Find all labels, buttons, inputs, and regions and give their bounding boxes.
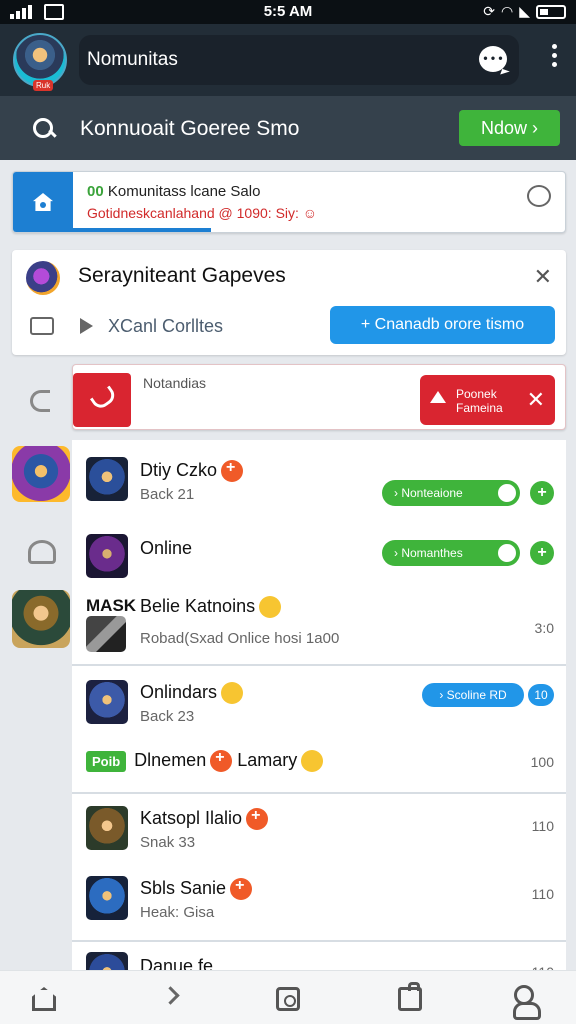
suggestion-cta-button[interactable]: + Cnanadb orore tismo (330, 306, 555, 344)
tag-chip: Poib (86, 751, 127, 772)
more-vertical-icon[interactable] (552, 44, 558, 70)
status-toggle[interactable]: › Nomanthes (382, 540, 520, 566)
decline-button[interactable]: Poonek Fameina ✕ (420, 375, 555, 425)
badge-icon (221, 459, 244, 483)
chat-bubble-icon[interactable]: • • • (479, 46, 507, 72)
game-thumb (86, 952, 128, 972)
game-thumb-2[interactable] (12, 590, 70, 648)
list-item[interactable]: Online › Nomanthes + (72, 522, 566, 582)
item-name: Belie Katnoins (140, 596, 282, 619)
item-count: 100 (530, 754, 554, 770)
profile-avatar[interactable] (13, 33, 67, 87)
avatar-badge: Ruk (33, 80, 54, 91)
game-thumb (86, 616, 126, 652)
now-button[interactable]: Ndow › (459, 110, 560, 146)
suggestion-card: Serayniteant Gapeves ✕ XCanl Corlltes + … (12, 250, 566, 355)
camera-icon[interactable] (276, 987, 300, 1011)
emoji-icon (301, 750, 324, 773)
call-label: Notandias (143, 375, 207, 391)
list-item[interactable]: Onlindars Back 23 › Scoline RD 10 (72, 666, 566, 736)
community-home-tile[interactable] (13, 172, 73, 232)
item-name: Sbls Sanie (140, 877, 253, 901)
search-bar: Konnuoait Goeree Smo Ndow › (0, 96, 576, 160)
game-thumb (86, 680, 128, 724)
add-button[interactable]: + (530, 481, 554, 505)
game-thumb (86, 876, 128, 920)
status-bar: 5:5 AM ⟳ ◠ ◣ (0, 0, 576, 24)
add-button[interactable]: + (530, 541, 554, 565)
search-icon[interactable] (33, 118, 55, 140)
status-toggle[interactable]: › Nonteaione (382, 480, 520, 506)
search-input[interactable]: Konnuoait Goeree Smo (80, 117, 299, 141)
comment-icon[interactable] (527, 185, 551, 207)
badge-icon (230, 877, 253, 901)
item-name: Dtiy Czko (140, 459, 244, 483)
bag-icon[interactable] (398, 982, 422, 1011)
list-item[interactable]: Dtiy Czko Back 21 › Nonteaione + (72, 440, 566, 522)
bottom-nav (0, 970, 576, 1024)
game-thumb-1[interactable] (12, 446, 70, 502)
battery-icon (536, 4, 566, 19)
list-item[interactable]: MASK Belie Katnoins Robad(Sxad Onlice ho… (72, 582, 566, 664)
community-subtitle: Gotidneskcanlahand @ 1090: Siy: ☺ (87, 205, 318, 221)
call-card: Notandias Poonek Fameina ✕ (72, 364, 566, 430)
item-count: 110 (531, 818, 554, 834)
suggestion-title: Serayniteant Gapeves (78, 264, 286, 287)
status-icons: ⟳ ◠ ◣ (483, 3, 566, 20)
page-title: Nomunitas (87, 49, 178, 70)
item-name: PoibDlnemen Lamary (86, 749, 324, 773)
emoji-icon (221, 682, 244, 705)
community-prefix: 00 (87, 183, 104, 200)
close-icon[interactable]: ✕ (527, 387, 545, 413)
home-icon[interactable] (32, 987, 56, 1011)
game-thumb (86, 806, 128, 850)
item-count: 110 (531, 886, 554, 902)
sync-icon: ⟳ (483, 3, 495, 19)
badge-icon (210, 749, 233, 773)
suggestion-avatar (26, 261, 60, 295)
status-pill[interactable]: › Scoline RD (422, 683, 524, 707)
item-sub: Snak 33 (140, 834, 196, 851)
up-arrow-icon (430, 391, 446, 403)
profile-icon[interactable] (513, 985, 541, 1020)
badge-icon (246, 807, 269, 831)
person-icon[interactable] (28, 540, 56, 564)
item-count: 10 (528, 684, 554, 706)
item-sub: Back 23 (140, 708, 195, 725)
item-sub: Robad(Sxad Onlice hosi 1a00 (140, 630, 340, 647)
friends-list: Dtiy Czko Back 21 › Nonteaione + Online … (72, 440, 566, 972)
item-name: Online (140, 538, 193, 558)
wifi-icon: ◠ (501, 3, 514, 19)
decline-text: Poonek Fameina (456, 387, 503, 415)
left-rail (0, 360, 72, 980)
list-item[interactable]: Katsopl Ilalio Snak 33 110 (72, 794, 566, 862)
home-icon (33, 193, 53, 211)
game-thumb (86, 534, 128, 578)
item-tag: MASK (86, 596, 137, 615)
item-sub: Heak: Gisa (140, 904, 215, 921)
list-item[interactable]: PoibDlnemen Lamary 100 (72, 736, 566, 792)
item-name: Onlindars (140, 682, 244, 705)
item-sub: Back 21 (140, 486, 195, 503)
signal-small-icon: ◣ (519, 3, 530, 19)
phone-icon[interactable] (30, 390, 50, 412)
camera-icon[interactable] (30, 317, 54, 335)
community-title: 00 Komunitass lcane Salo (87, 183, 260, 200)
app-header: Ruk Nomunitas • • • (0, 24, 576, 96)
close-icon[interactable]: ✕ (534, 264, 552, 290)
community-card[interactable]: 00 Komunitass lcane Salo Gotidneskcanlah… (12, 171, 566, 233)
suggestion-link[interactable]: XCanl Corlltes (108, 316, 223, 337)
list-item[interactable]: Sbls Sanie Heak: Gisa 110 (72, 862, 566, 936)
emoji-icon (259, 596, 282, 619)
community-title-text: Komunitass lcane Salo (107, 183, 261, 200)
list-item[interactable]: Danue fe 110 (72, 942, 566, 972)
title-bar[interactable]: Nomunitas • • • (79, 35, 519, 85)
community-progress (73, 228, 211, 232)
game-thumb (86, 457, 128, 501)
item-name-2: Lamary (237, 750, 298, 770)
play-icon[interactable] (80, 318, 93, 334)
item-name: Katsopl Ilalio (140, 807, 269, 831)
item-count: 3:0 (534, 620, 554, 636)
hangup-icon[interactable] (73, 373, 131, 427)
